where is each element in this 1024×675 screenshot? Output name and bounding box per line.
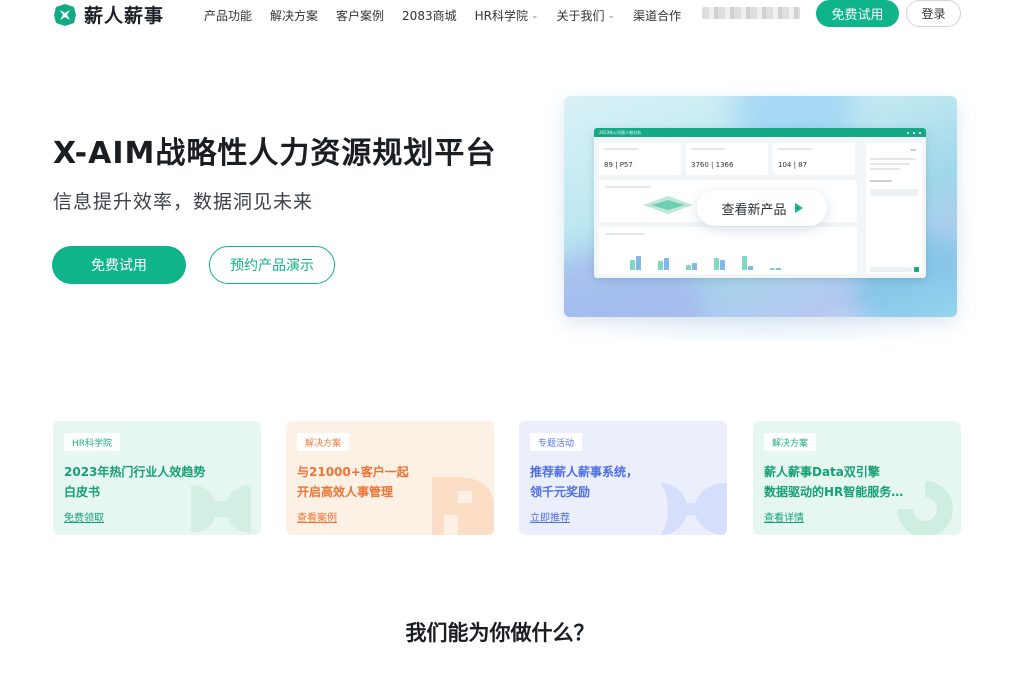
nav-label: 渠道合作 — [633, 9, 682, 23]
card-title-line: 领千元奖励 — [530, 485, 591, 499]
card-title-line: 白皮书 — [64, 485, 101, 499]
send-icon — [914, 267, 919, 272]
card-title-line: 推荐薪人薪事系统， — [530, 465, 639, 479]
card-title-line: 薪人薪事Data双引擎 — [764, 465, 880, 479]
dashboard-header: 2023年公司晋人效分析 — [594, 128, 926, 137]
hero-title: X-AIM战略性人力资源规划平台 — [53, 136, 497, 171]
kpi-value: 104 | 87 — [778, 161, 808, 169]
main-menu: 产品功能 解决方案 客户案例 2083商城 HR科学院 ⌄ 关于我们 ⌄ 渠道合作 — [204, 7, 699, 24]
card-title: 薪人薪事Data双引擎 数据驱动的HR智能服务… — [764, 462, 924, 502]
nav-item-hr-academy[interactable]: HR科学院 ⌄ — [475, 7, 539, 24]
bar-group — [770, 268, 781, 270]
bar-group — [714, 258, 725, 270]
nav-label: 2083商城 — [402, 9, 457, 23]
top-navbar: 薪人薪事 产品功能 解决方案 客户案例 2083商城 HR科学院 ⌄ 关于我们 ⌄ … — [0, 0, 1024, 30]
bar-group — [630, 256, 641, 270]
promo-card-customers[interactable]: 解决方案 与21000+客户一起 开启高效人事管理 查看案例 — [286, 421, 494, 535]
card-link[interactable]: 查看详情 — [764, 509, 804, 524]
card-title-line: 数据驱动的HR智能服务… — [764, 485, 904, 499]
nav-item-channel[interactable]: 渠道合作 — [633, 7, 681, 24]
chevron-down-icon: ⌄ — [530, 10, 539, 21]
xinren-logo-icon — [54, 3, 76, 26]
card-link[interactable]: 查看案例 — [297, 509, 337, 524]
card-link[interactable]: 免费领取 — [64, 509, 104, 524]
kpi-value: 89 | P57 — [604, 161, 633, 169]
message-line — [870, 163, 910, 165]
view-new-product-button[interactable]: 查看新产品 — [697, 190, 827, 226]
nav-label: HR科学院 — [474, 9, 528, 23]
kpi-card: 104 | 87 — [773, 143, 855, 175]
promo-card-whitepaper[interactable]: HR科学院 2023年热门行业人效趋势 白皮书 免费领取 — [53, 421, 261, 535]
message-line — [870, 168, 900, 170]
assistant-side-panel — [866, 143, 922, 274]
card-title: 与21000+客户一起 开启高效人事管理 — [297, 462, 457, 502]
panel-caption — [605, 233, 645, 235]
overlay-label: 查看新产品 — [721, 202, 787, 218]
free-trial-button-nav[interactable]: 免费试用 — [816, 0, 899, 27]
chevron-down-icon: ⌄ — [607, 10, 616, 21]
window-controls — [907, 131, 921, 134]
card-tag: 专题活动 — [530, 433, 583, 451]
bar-chart — [630, 240, 820, 270]
hero-free-trial-button[interactable]: 免费试用 — [52, 246, 186, 284]
card-tag: 解决方案 — [297, 433, 350, 451]
brand-logo[interactable]: 薪人薪事 — [53, 1, 164, 28]
product-preview[interactable]: 2023年公司晋人效分析 89 | P57 3760 | 1366 104 | … — [564, 96, 957, 317]
play-icon — [794, 203, 803, 213]
message-line — [870, 158, 916, 160]
card-title-line: 开启高效人事管理 — [297, 485, 394, 499]
card-title-line: 与21000+客户一起 — [297, 465, 409, 479]
nav-item-solutions[interactable]: 解决方案 — [270, 7, 318, 24]
nav-label: 客户案例 — [336, 9, 385, 23]
nav-item-about[interactable]: 关于我们 ⌄ — [557, 7, 616, 24]
kpi-caption — [604, 148, 638, 150]
message-line — [870, 180, 892, 182]
card-title: 2023年热门行业人效趋势 白皮书 — [64, 462, 224, 502]
panel-caption — [605, 186, 651, 188]
card-link[interactable]: 立即推荐 — [530, 509, 570, 524]
kpi-card: 3760 | 1366 — [686, 143, 768, 175]
card-tag: 解决方案 — [764, 433, 817, 451]
nav-label: 产品功能 — [204, 9, 253, 23]
blurred-phone-number — [702, 7, 800, 19]
panel-mark — [910, 149, 916, 151]
nav-label: 关于我们 — [556, 9, 605, 23]
nav-label: 解决方案 — [270, 9, 319, 23]
kpi-caption — [691, 148, 725, 150]
card-title: 推荐薪人薪事系统， 领千元奖励 — [530, 462, 690, 502]
section-title: 我们能为你做什么？ — [405, 621, 595, 645]
card-title-line: 2023年热门行业人效趋势 — [64, 465, 206, 479]
nav-item-mall[interactable]: 2083商城 — [402, 7, 457, 24]
nav-item-product[interactable]: 产品功能 — [204, 7, 252, 24]
promo-card-referral[interactable]: 专题活动 推荐薪人薪事系统， 领千元奖励 立即推荐 — [519, 421, 727, 535]
book-demo-button[interactable]: 预约产品演示 — [209, 246, 335, 284]
kpi-value: 3760 | 1366 — [691, 161, 734, 169]
diamond-chart-icon — [643, 196, 693, 214]
brand-name: 薪人薪事 — [84, 5, 165, 27]
hero-subtitle: 信息提升效率，数据洞见未来 — [53, 191, 314, 213]
dashboard-title: 2023年公司晋人效分析 — [599, 129, 642, 135]
chat-input — [870, 267, 912, 272]
bar-group — [686, 263, 697, 270]
nav-item-cases[interactable]: 客户案例 — [336, 7, 384, 24]
login-button[interactable]: 登录 — [906, 0, 961, 27]
kpi-caption — [778, 148, 812, 150]
promo-card-data-engine[interactable]: 解决方案 薪人薪事Data双引擎 数据驱动的HR智能服务… 查看详情 — [753, 421, 961, 535]
card-tag: HR科学院 — [64, 433, 121, 451]
bar-group — [742, 256, 753, 270]
bar-group — [658, 258, 669, 270]
kpi-card: 89 | P57 — [599, 143, 681, 175]
input-box — [870, 189, 918, 196]
